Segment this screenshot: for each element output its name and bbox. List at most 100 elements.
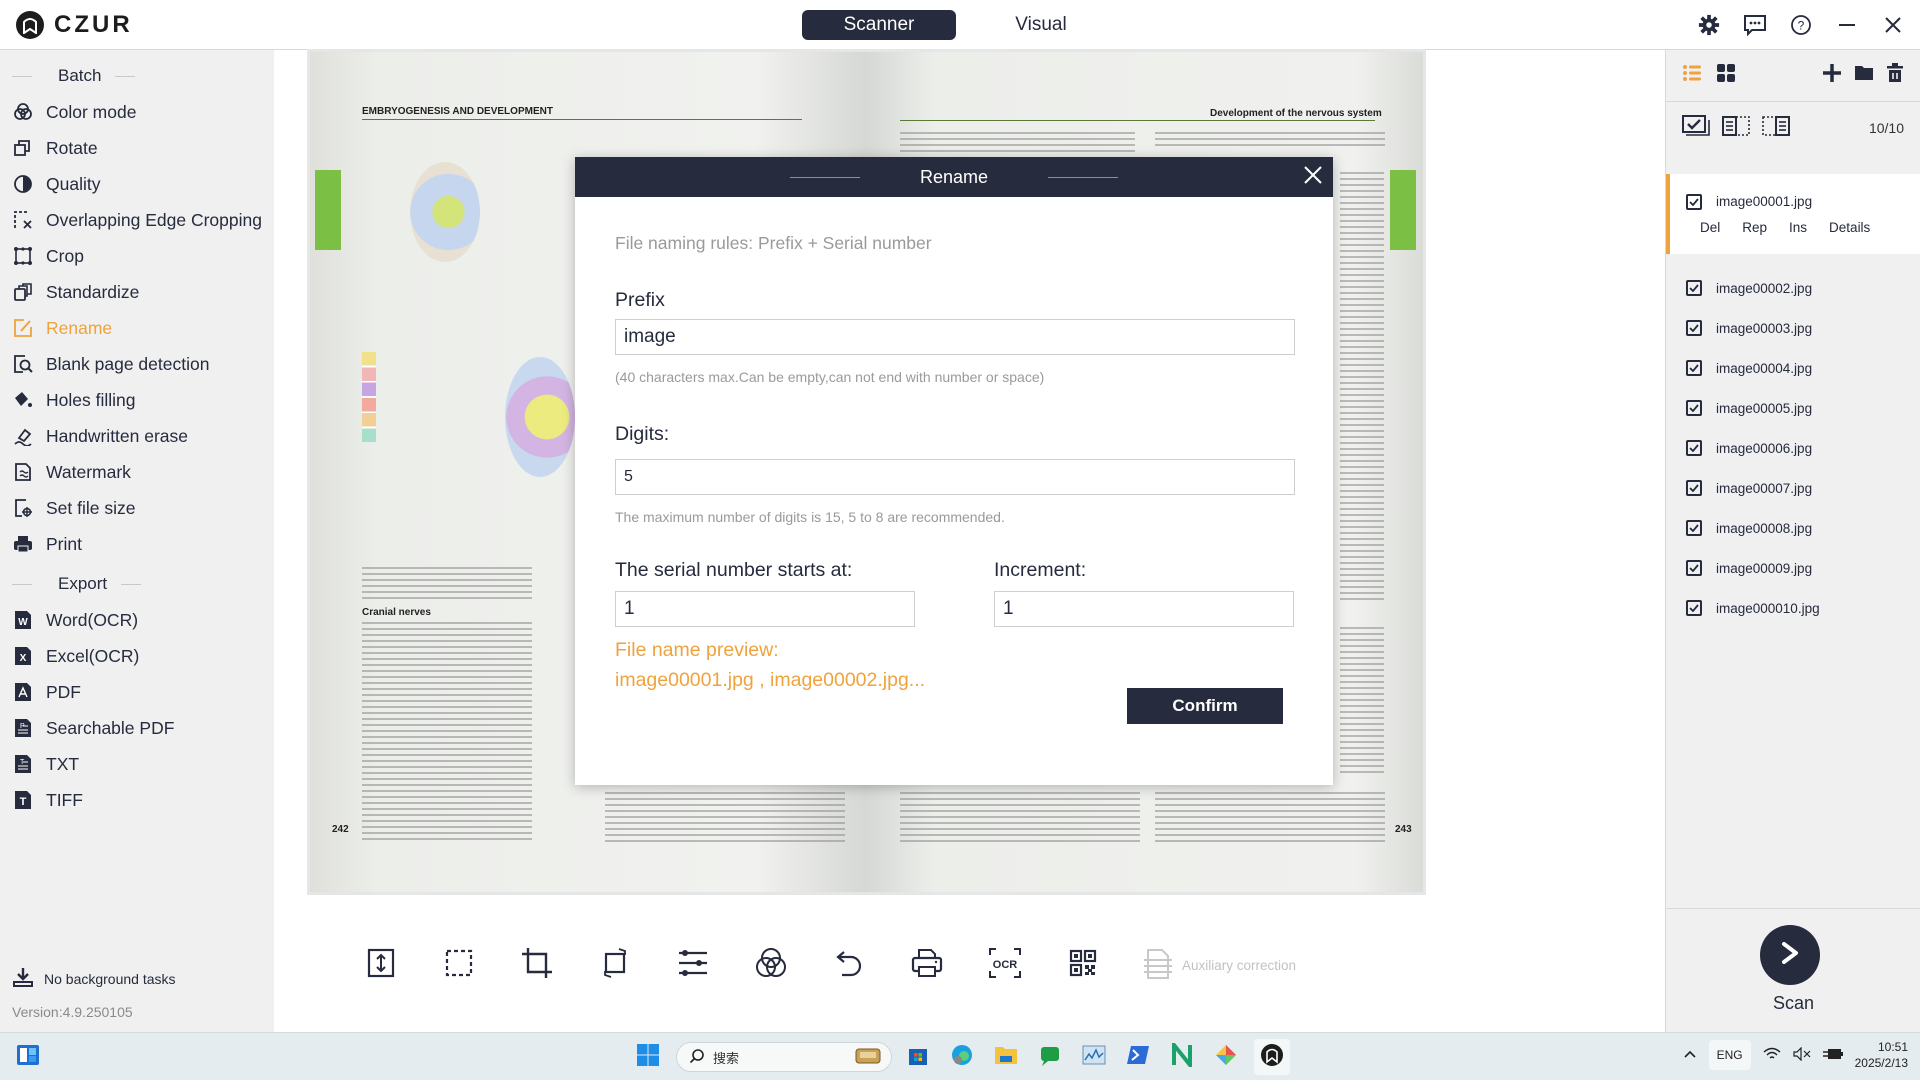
tab-scanner[interactable]: Scanner <box>802 10 956 40</box>
battery-charging-icon[interactable] <box>1822 1047 1843 1064</box>
windows-logo-icon <box>636 1043 660 1072</box>
color-mode-button[interactable] <box>752 946 790 984</box>
sidebar-item-searchable-pdf[interactable]: P Searchable PDF <box>0 710 274 746</box>
digits-input[interactable] <box>615 459 1295 495</box>
tab-visual[interactable]: Visual <box>964 10 1118 40</box>
diamond-app-button[interactable] <box>1210 1041 1242 1073</box>
sidebar-item-quality[interactable]: Quality <box>0 166 274 202</box>
sidebar-item-excel-ocr[interactable]: X Excel(OCR) <box>0 638 274 674</box>
sidebar-item-txt[interactable]: T TXT <box>0 746 274 782</box>
file-action-details[interactable]: Details <box>1829 220 1870 235</box>
edge-button[interactable] <box>946 1041 978 1073</box>
sidebar-item-holes-filling[interactable]: Holes filling <box>0 382 274 418</box>
taskbar-search[interactable]: 搜索 <box>676 1042 892 1072</box>
mode-tabs: Scanner Visual <box>802 10 1118 40</box>
file-explorer-button[interactable] <box>990 1041 1022 1073</box>
sidebar-item-print[interactable]: Print <box>0 526 274 562</box>
sidebar-item-set-file-size[interactable]: Set file size <box>0 490 274 526</box>
file-checkbox[interactable] <box>1686 560 1702 576</box>
chevron-up-icon[interactable] <box>1683 1048 1697 1062</box>
file-checkbox[interactable] <box>1686 440 1702 456</box>
file-list-item[interactable]: image00009.jpg <box>1666 548 1920 588</box>
add-icon[interactable] <box>1822 63 1842 88</box>
settings-icon[interactable] <box>1696 12 1722 38</box>
increment-input[interactable] <box>994 591 1294 627</box>
select-all-icon[interactable] <box>1682 114 1710 142</box>
file-checkbox[interactable] <box>1686 320 1702 336</box>
close-icon[interactable] <box>1880 12 1906 38</box>
folder-icon[interactable] <box>1854 63 1874 88</box>
crop-button[interactable] <box>518 946 556 984</box>
file-action-ins[interactable]: Ins <box>1789 220 1807 235</box>
select-left-pages-icon[interactable] <box>1722 115 1750 142</box>
auxiliary-correction-button[interactable]: Auxiliary correction <box>1142 948 1296 983</box>
wifi-icon[interactable] <box>1763 1047 1781 1064</box>
sidebar-item-word-ocr[interactable]: W Word(OCR) <box>0 602 274 638</box>
file-checkbox[interactable] <box>1686 400 1702 416</box>
file-list-item[interactable]: image000010.jpg <box>1666 588 1920 628</box>
file-list-item[interactable]: image00004.jpg <box>1666 348 1920 388</box>
sidebar-item-handwritten-erase[interactable]: Handwritten erase <box>0 418 274 454</box>
fit-height-button[interactable] <box>362 946 400 984</box>
file-list-item[interactable]: image00007.jpg <box>1666 468 1920 508</box>
file-action-del[interactable]: Del <box>1700 220 1720 235</box>
sidebar-item-rename[interactable]: Rename <box>0 310 274 346</box>
start-button[interactable] <box>632 1041 664 1073</box>
sidebar-item-crop[interactable]: Crop <box>0 238 274 274</box>
file-list-item[interactable]: image00001.jpg Del Rep Ins Details <box>1666 174 1920 254</box>
undo-button[interactable] <box>830 946 868 984</box>
file-checkbox[interactable] <box>1686 280 1702 296</box>
list-view-icon[interactable] <box>1682 63 1702 88</box>
svg-text:X: X <box>20 653 27 664</box>
sidebar-item-rotate[interactable]: Rotate <box>0 130 274 166</box>
file-checkbox[interactable] <box>1686 480 1702 496</box>
rotate-button[interactable] <box>596 946 634 984</box>
select-right-pages-icon[interactable] <box>1762 115 1790 142</box>
qr-code-button[interactable] <box>1064 946 1102 984</box>
czur-taskbar-button[interactable] <box>1254 1039 1290 1075</box>
notes-app-button[interactable] <box>1166 1038 1198 1073</box>
sidebar-item-watermark[interactable]: Watermark <box>0 454 274 490</box>
serial-start-input[interactable] <box>615 591 915 627</box>
file-list-item[interactable]: image00008.jpg <box>1666 508 1920 548</box>
sidebar-item-tiff[interactable]: T TIFF <box>0 782 274 818</box>
file-list-item[interactable]: image00002.jpg <box>1666 268 1920 308</box>
monitor-app-button[interactable] <box>1078 1041 1110 1073</box>
background-tasks[interactable]: No background tasks <box>12 967 176 990</box>
file-list-item[interactable]: image00006.jpg <box>1666 428 1920 468</box>
scan-button[interactable] <box>1760 925 1820 985</box>
file-checkbox[interactable] <box>1686 600 1702 616</box>
ms-store-button[interactable] <box>902 1041 934 1073</box>
file-action-rep[interactable]: Rep <box>1742 220 1767 235</box>
input-language[interactable]: ENG <box>1708 1040 1751 1070</box>
print-button[interactable] <box>908 946 946 984</box>
file-list-item[interactable]: image00003.jpg <box>1666 308 1920 348</box>
clock[interactable]: 10:51 2025/2/13 <box>1855 1039 1908 1071</box>
ocr-button[interactable]: OCR <box>986 946 1024 984</box>
minimize-icon[interactable] <box>1834 12 1860 38</box>
file-checkbox[interactable] <box>1686 193 1702 210</box>
help-icon[interactable]: ? <box>1788 12 1814 38</box>
ocr-icon: OCR <box>988 947 1022 984</box>
select-region-button[interactable] <box>440 946 478 984</box>
file-list-item[interactable]: image00005.jpg <box>1666 388 1920 428</box>
sidebar-item-color-mode[interactable]: Color mode <box>0 94 274 130</box>
sidebar-item-standardize[interactable]: Standardize <box>0 274 274 310</box>
image-toolbar: OCR Auxiliary correction <box>362 946 1296 984</box>
confirm-button[interactable]: Confirm <box>1127 688 1283 724</box>
file-checkbox[interactable] <box>1686 520 1702 536</box>
dialog-close-button[interactable] <box>1301 165 1325 189</box>
widgets-button[interactable] <box>12 1041 44 1073</box>
prefix-input[interactable] <box>615 319 1295 355</box>
grid-view-icon[interactable] <box>1716 63 1736 88</box>
delete-icon[interactable] <box>1886 63 1904 88</box>
sidebar-item-overlapping-edge-cropping[interactable]: Overlapping Edge Cropping <box>0 202 274 238</box>
sidebar-item-blank-page-detection[interactable]: Blank page detection <box>0 346 274 382</box>
adjust-button[interactable] <box>674 946 712 984</box>
powershell-button[interactable] <box>1122 1041 1154 1073</box>
chat-app-button[interactable] <box>1034 1041 1066 1073</box>
feedback-icon[interactable] <box>1742 12 1768 38</box>
volume-muted-icon[interactable] <box>1793 1046 1811 1064</box>
sidebar-item-pdf[interactable]: PDF <box>0 674 274 710</box>
file-checkbox[interactable] <box>1686 360 1702 376</box>
